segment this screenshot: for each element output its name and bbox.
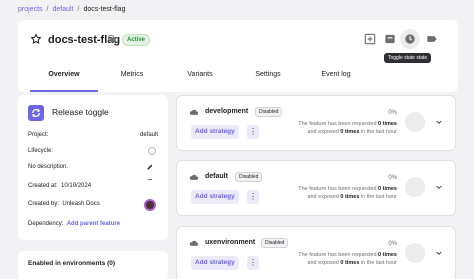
breadcrumb-link-projects[interactable]: projects [18,6,43,13]
metrics-description: The feature has been requested 0 times an… [298,121,397,135]
description: No description. [28,164,69,170]
environment-status-badge: Disabled [255,107,283,117]
feature-details-card: Release toggle Project: default Lifecycl… [18,95,168,240]
cloud-icon [189,109,199,115]
feature-header: docs-test-flag Active Toggle state state… [18,20,458,92]
dependency-label: Dependency: Add parent feature [28,221,121,227]
environment-status-badge: Disabled [235,172,263,182]
tab-metrics[interactable]: Metrics [98,66,166,92]
add-strategy-button[interactable]: Add strategy [191,190,239,204]
tooltip: Toggle state state [384,53,432,63]
metrics-description: The feature has been requested 0 times an… [298,186,397,200]
exposure-pie-chart [405,243,425,263]
chevron-down-icon[interactable] [435,249,443,257]
chevron-down-icon[interactable] [435,118,443,126]
clock-icon [405,34,415,44]
breadcrumb-separator: / [46,6,49,13]
archive-icon[interactable] [383,32,397,46]
created-at-label: Created at: 10/10/2024 [28,183,92,189]
more-options-button[interactable]: ⋮ [247,190,259,204]
more-options-button[interactable]: ⋮ [247,125,259,139]
environment-card-uxenvironment: uxenvironment Disabled Add strategy ⋮ 0%… [176,226,456,279]
status-badge: Active [122,34,151,46]
exposure-pie-chart [405,112,425,132]
environment-card-development: development Disabled Add strategy ⋮ 0% T… [176,95,456,151]
divider [148,179,152,180]
exposure-percent: 0% [388,110,397,116]
lifecycle-label: Lifecycle: [28,148,54,154]
cloud-icon [189,174,199,180]
exposure-pie-chart [405,177,425,197]
breadcrumb-separator: / [77,6,80,13]
project-label: Project: [28,132,49,138]
metrics-description: The feature has been requested 0 times an… [298,252,397,266]
cloud-icon [189,240,199,246]
toggle-type-title: Release toggle [52,107,109,117]
project-value: default [139,132,158,138]
environment-name: default [205,173,228,180]
add-parent-feature-link[interactable]: Add parent feature [67,221,120,227]
created-at-value: 10/10/2024 [61,183,92,189]
edit-icon[interactable] [146,163,154,171]
tab-overview[interactable]: Overview [30,66,98,92]
exposure-percent: 0% [388,241,397,247]
breadcrumb: projects / default / docs-test-flag [18,6,125,13]
enabled-environments-card: Enabled in environments (0) [18,251,168,279]
tab-settings[interactable]: Settings [234,66,302,92]
tab-event-log[interactable]: Event log [302,66,370,92]
environment-status-badge: Disabled [261,238,289,248]
add-tag-icon[interactable] [363,32,377,46]
breadcrumb-current: docs-test-flag [83,6,126,13]
enabled-environments-title: Enabled in environments (0) [28,260,116,267]
environment-name: uxenvironment [205,239,256,246]
tab-bar: Overview Metrics Variants Settings Event… [18,66,458,92]
star-icon[interactable] [30,33,42,45]
environment-name: development [205,108,249,115]
created-by-label: Created by: Unleash Docs [28,201,100,207]
chevron-down-icon[interactable] [435,183,443,191]
add-strategy-button[interactable]: Add strategy [191,256,239,270]
label-icon[interactable] [425,32,439,46]
lifecycle-icon[interactable] [148,147,156,155]
avatar [144,199,156,211]
exposure-percent: 0% [388,175,397,181]
more-options-button[interactable]: ⋮ [247,256,259,270]
environment-card-default: default Disabled Add strategy ⋮ 0% The f… [176,160,456,216]
breadcrumb-link-default[interactable]: default [52,6,73,13]
copy-icon[interactable] [107,34,117,44]
add-strategy-button[interactable]: Add strategy [191,125,239,139]
created-by-value: Unleash Docs [62,201,100,207]
release-toggle-icon [28,105,44,121]
tab-variants[interactable]: Variants [166,66,234,92]
